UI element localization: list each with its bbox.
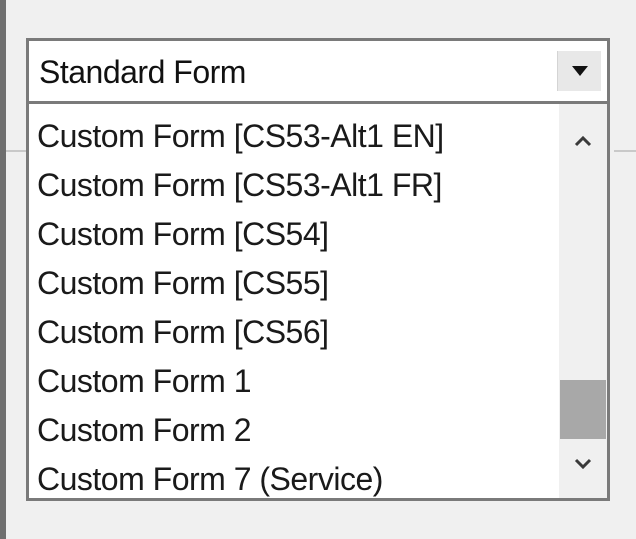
- list-item[interactable]: Custom Form [CS56]: [29, 308, 565, 357]
- window-edge: [0, 0, 6, 539]
- list-item[interactable]: Custom Form 7 (Service): [29, 455, 565, 498]
- chevron-up-icon: [574, 136, 592, 147]
- scrollbar-thumb[interactable]: [560, 380, 606, 439]
- vertical-scrollbar[interactable]: [559, 104, 607, 498]
- chevron-down-icon: [574, 458, 592, 469]
- scrollbar-track[interactable]: [559, 160, 607, 442]
- list-item[interactable]: Custom Form [CS53-Alt1 EN]: [29, 112, 565, 161]
- form-select-combobox[interactable]: Standard Form: [26, 38, 610, 104]
- background-separator: [614, 150, 636, 152]
- scroll-up-button[interactable]: [559, 104, 607, 160]
- dropdown-button[interactable]: [557, 51, 601, 91]
- dropdown-items: Custom Form [CS53-Alt1 EN] Custom Form […: [29, 112, 565, 498]
- list-item[interactable]: Custom Form [CS54]: [29, 210, 565, 259]
- list-item[interactable]: Custom Form [CS53-Alt1 FR]: [29, 161, 565, 210]
- combobox-selected-value: Standard Form: [39, 54, 246, 90]
- list-item[interactable]: Custom Form 2: [29, 406, 565, 455]
- list-item[interactable]: Custom Form [CS55]: [29, 259, 565, 308]
- dropdown-list[interactable]: Custom Form [CS53-Alt1 EN] Custom Form […: [26, 104, 610, 501]
- scroll-down-button[interactable]: [559, 442, 607, 498]
- background-separator: [6, 150, 26, 152]
- triangle-down-icon: [572, 66, 588, 76]
- list-item[interactable]: Custom Form 1: [29, 357, 565, 406]
